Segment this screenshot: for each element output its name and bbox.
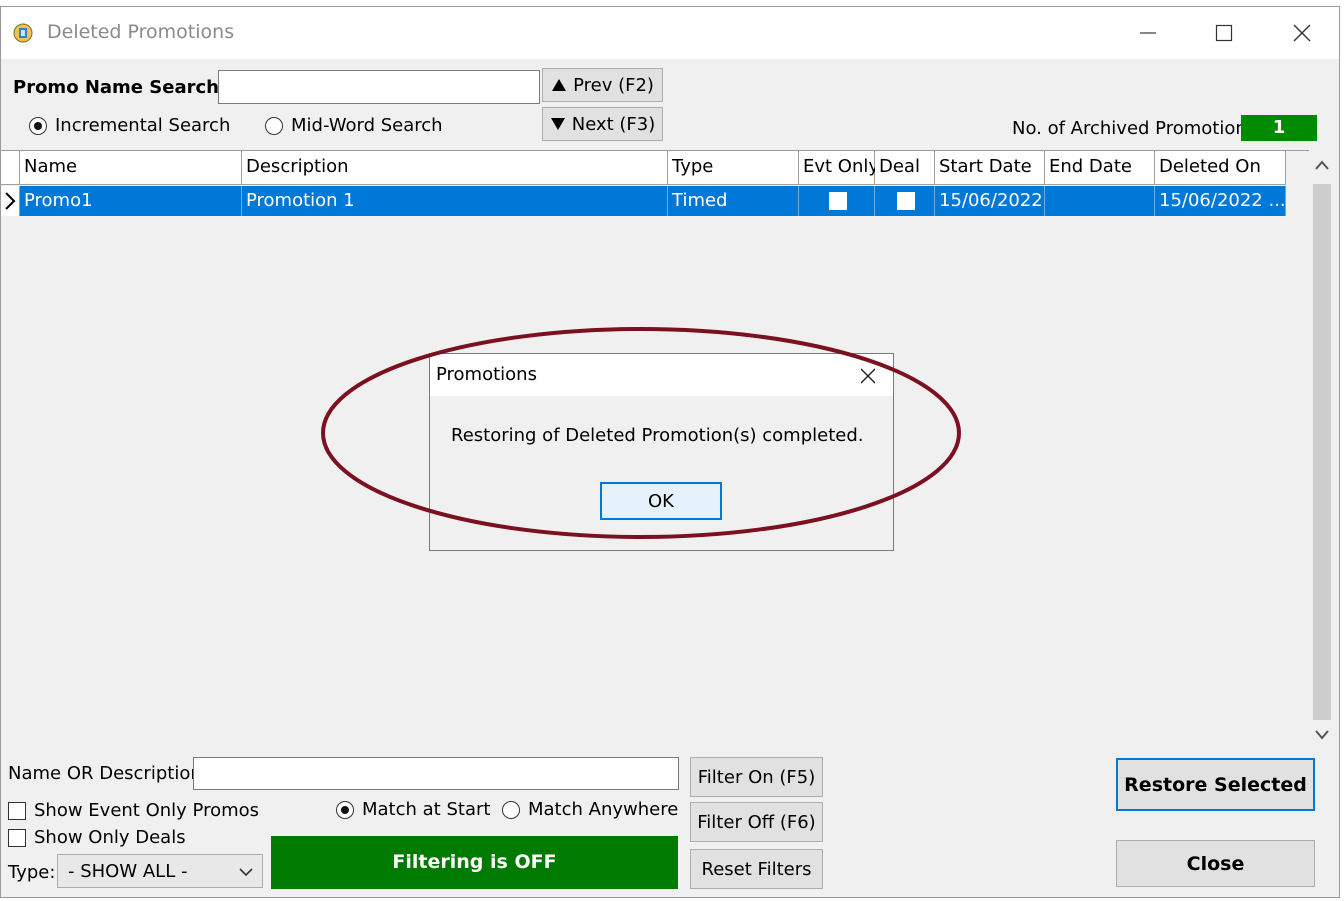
column-header-deleted-on[interactable]: Deleted On [1155, 151, 1286, 185]
column-header-type[interactable]: Type [668, 151, 799, 185]
triangle-down-icon [550, 118, 565, 130]
title-bar: Deleted Promotions [1, 7, 1339, 59]
type-select-value: - SHOW ALL - [68, 861, 188, 882]
column-header-name[interactable]: Name [20, 151, 242, 185]
row-indicator[interactable] [1, 186, 20, 216]
type-select[interactable]: - SHOW ALL - [57, 854, 263, 888]
reset-filters-button[interactable]: Reset Filters [690, 849, 823, 889]
table-row-evt-only[interactable] [799, 186, 875, 216]
evt-only-checkbox[interactable] [829, 192, 847, 210]
match-anywhere-radio[interactable] [502, 801, 520, 819]
triangle-up-icon [552, 79, 567, 91]
incremental-search-label: Incremental Search [55, 115, 231, 136]
window-title: Deleted Promotions [47, 21, 235, 43]
show-event-only-label: Show Event Only Promos [34, 800, 260, 821]
match-start-radio[interactable] [336, 801, 354, 819]
column-header-start-date[interactable]: Start Date [935, 151, 1045, 185]
match-start-label: Match at Start [362, 799, 491, 820]
name-desc-label: Name OR Description: [8, 763, 208, 784]
column-header-evt-only[interactable]: Evt Only [799, 151, 879, 185]
maximize-icon [1215, 24, 1233, 42]
minimize-icon [1140, 32, 1156, 34]
minimize-button[interactable] [1126, 17, 1170, 49]
table-row-deal[interactable] [875, 186, 935, 216]
archived-count-label: No. of Archived Promotions: [1012, 118, 1263, 139]
close-window-button[interactable] [1280, 17, 1324, 49]
show-only-deals-checkbox[interactable] [8, 829, 26, 847]
archived-count-badge: 1 [1241, 115, 1317, 141]
deleted-promotions-window: Deleted Promotions Promo Name Search Pre… [0, 6, 1340, 898]
row-pointer-icon [5, 192, 16, 210]
column-header-end-date[interactable]: End Date [1045, 151, 1155, 185]
close-button[interactable]: Close [1116, 840, 1315, 887]
restore-selected-button[interactable]: Restore Selected [1116, 758, 1315, 811]
show-only-deals-label: Show Only Deals [34, 827, 186, 848]
name-desc-input[interactable] [193, 757, 679, 790]
promo-name-search-label: Promo Name Search [13, 77, 219, 98]
column-header-deal[interactable]: Deal [875, 151, 935, 185]
scroll-down-icon[interactable] [1314, 728, 1330, 742]
incremental-search-radio[interactable] [29, 117, 47, 135]
midword-search-label: Mid-Word Search [291, 115, 443, 136]
grid-corner [1, 151, 20, 185]
midword-search-radio[interactable] [265, 117, 283, 135]
maximize-button[interactable] [1202, 17, 1246, 49]
next-button[interactable]: Next (F3) [542, 107, 663, 141]
app-icon [13, 23, 33, 43]
prev-button[interactable]: Prev (F2) [542, 68, 663, 102]
filter-off-button[interactable]: Filter Off (F6) [690, 802, 823, 842]
promo-name-search-input[interactable] [218, 70, 540, 104]
filter-status-banner: Filtering is OFF [271, 836, 678, 889]
close-icon [1293, 24, 1311, 42]
chevron-down-icon [239, 868, 253, 877]
table-row-type[interactable]: Timed [668, 186, 799, 216]
match-anywhere-label: Match Anywhere [528, 799, 679, 820]
column-header-description[interactable]: Description [242, 151, 668, 185]
show-event-only-checkbox[interactable] [8, 802, 26, 820]
type-label: Type: [8, 862, 56, 883]
table-row-start-date[interactable]: 15/06/2022 [935, 186, 1045, 216]
table-row-end-date[interactable] [1045, 186, 1155, 216]
filter-on-button[interactable]: Filter On (F5) [690, 757, 823, 797]
table-row-name[interactable]: Promo1 [20, 186, 242, 216]
scroll-thumb[interactable] [1313, 184, 1331, 720]
grid-scrollbar[interactable] [1309, 150, 1335, 750]
table-row-deleted-on[interactable]: 15/06/2022 ... [1155, 186, 1286, 216]
annotation-ellipse [321, 327, 961, 539]
scroll-up-icon[interactable] [1314, 158, 1330, 172]
deal-checkbox[interactable] [897, 192, 915, 210]
table-row-description[interactable]: Promotion 1 [242, 186, 668, 216]
